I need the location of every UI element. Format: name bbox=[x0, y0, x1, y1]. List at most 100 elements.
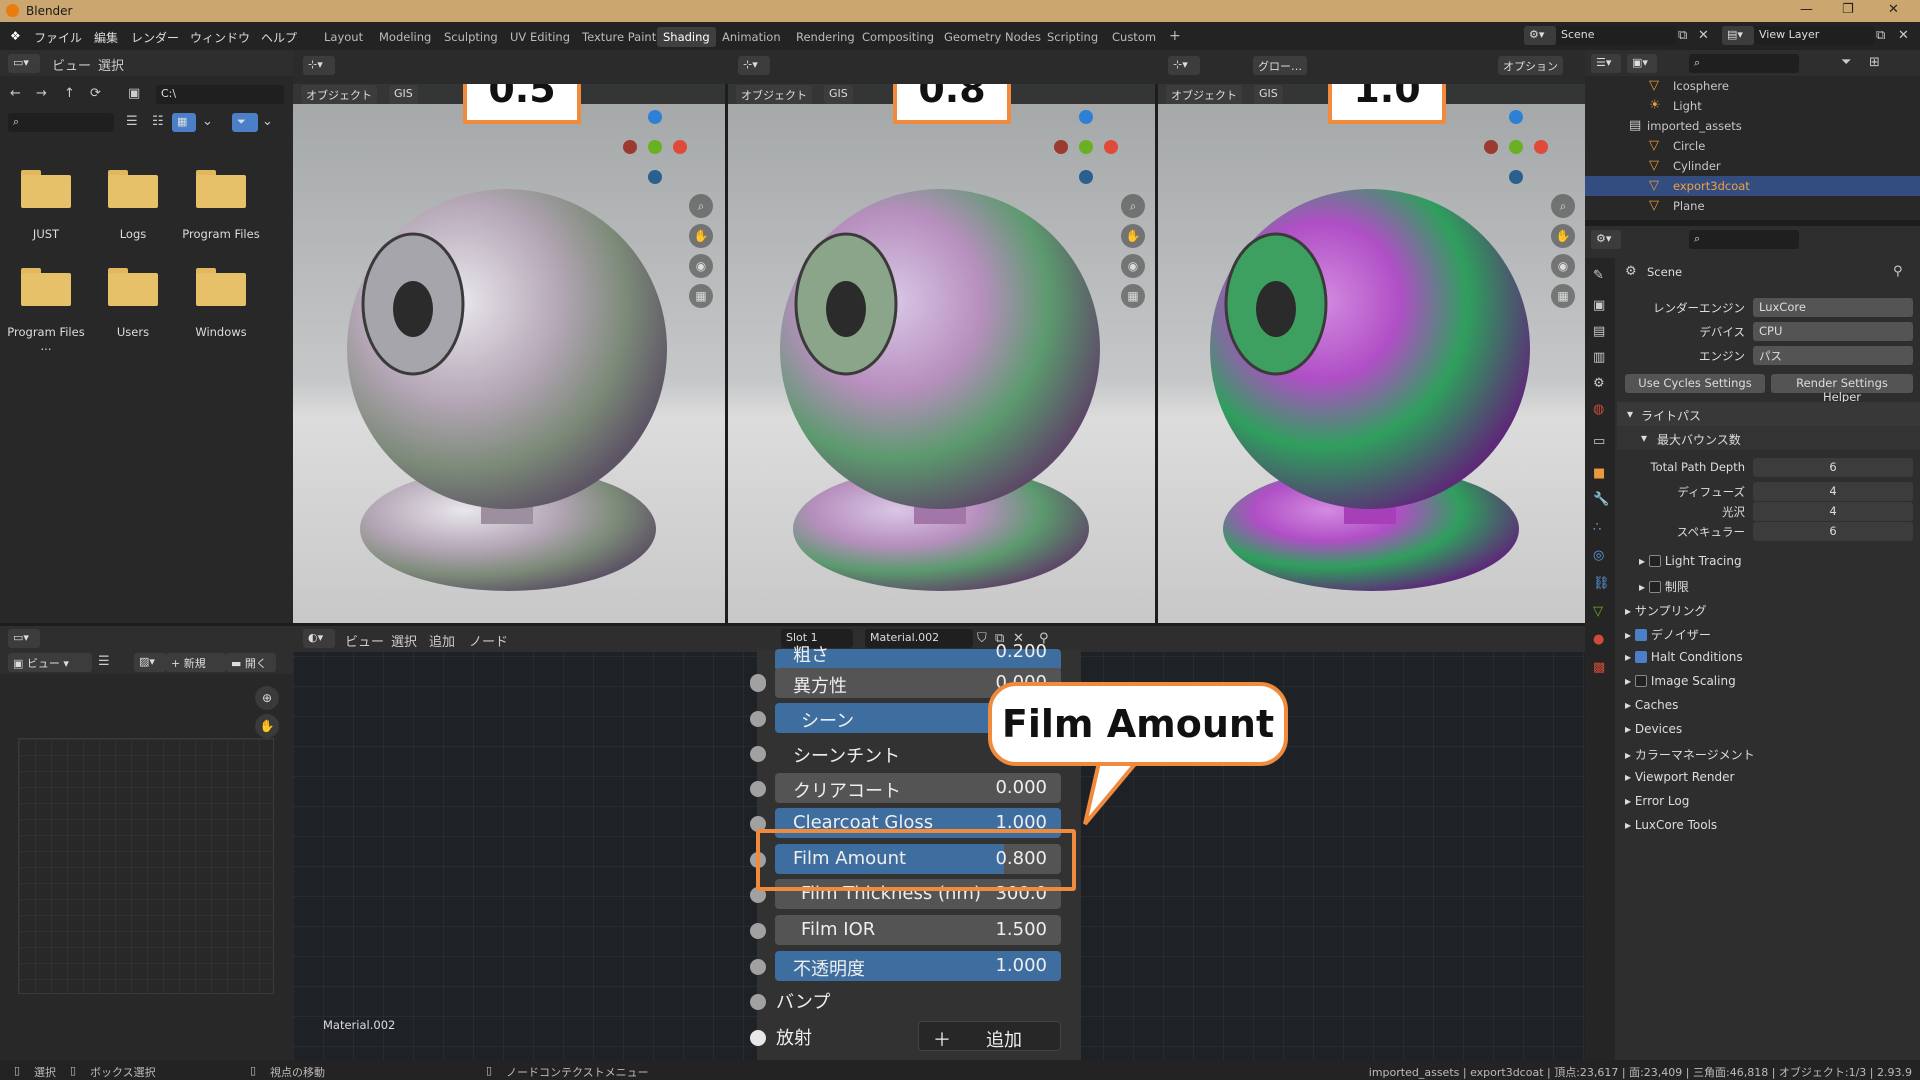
zoom-icon[interactable]: ⌕ bbox=[1121, 194, 1145, 218]
new-view-layer-icon[interactable]: ⧉ bbox=[1876, 28, 1885, 43]
checkbox[interactable] bbox=[1648, 581, 1661, 593]
modifier-tab-icon[interactable]: 🔧 bbox=[1593, 492, 1609, 507]
specular-field[interactable]: 6 bbox=[1753, 522, 1913, 541]
input-socket[interactable] bbox=[750, 746, 766, 762]
new-image-button[interactable]: + 新規 bbox=[166, 653, 226, 672]
parent-folder-icon[interactable]: ↑ bbox=[64, 86, 75, 101]
new-scene-icon[interactable]: ⧉ bbox=[1678, 28, 1687, 43]
section-image-scaling[interactable]: ▸ Image Scaling bbox=[1625, 674, 1736, 688]
section-sampling[interactable]: ▸ サンプリング bbox=[1625, 602, 1706, 619]
outliner-row[interactable]: ▽ Plane bbox=[1585, 196, 1920, 216]
transform-orientation-menu[interactable]: グロー… bbox=[1253, 56, 1307, 75]
gis-menu[interactable]: GIS bbox=[1254, 85, 1283, 104]
new-collection-icon[interactable]: ⊞ bbox=[1869, 55, 1880, 70]
section-color-management[interactable]: ▸ カラーマネージメント bbox=[1625, 746, 1755, 763]
pin-icon[interactable]: ⚲ bbox=[1893, 264, 1903, 279]
tool-tab-icon[interactable]: ✎ bbox=[1593, 268, 1604, 283]
input-socket[interactable] bbox=[750, 711, 766, 727]
light-path-section[interactable]: ▾ ライトパス bbox=[1617, 402, 1920, 426]
thumbnail-view-icon[interactable]: ▦ bbox=[172, 113, 196, 132]
input-socket[interactable] bbox=[750, 676, 766, 692]
new-folder-icon[interactable]: ▣ bbox=[128, 86, 140, 101]
editor-type-icon[interactable]: ☰▾ bbox=[1591, 54, 1621, 73]
neg-x-axis-icon[interactable] bbox=[1054, 140, 1068, 154]
glossy-field[interactable]: 4 bbox=[1753, 502, 1913, 521]
y-axis-icon[interactable] bbox=[1509, 140, 1523, 154]
menu-window[interactable]: ウィンドウ bbox=[190, 29, 250, 46]
folder-icon[interactable] bbox=[108, 170, 158, 208]
input-socket[interactable] bbox=[750, 959, 766, 975]
data-tab-icon[interactable]: ▽ bbox=[1593, 604, 1603, 619]
physics-tab-icon[interactable]: ◎ bbox=[1593, 548, 1604, 563]
mode-selector[interactable]: オブジェクト bbox=[1166, 85, 1242, 104]
input-socket[interactable] bbox=[750, 1030, 766, 1046]
tab-animation[interactable]: Animation bbox=[716, 27, 787, 47]
collection-tab-icon[interactable]: ▭ bbox=[1593, 434, 1605, 449]
maximize-button[interactable]: ❐ bbox=[1842, 2, 1854, 17]
diffuse-field[interactable]: 4 bbox=[1753, 482, 1913, 501]
camera-icon[interactable]: ◉ bbox=[1551, 254, 1575, 278]
gis-menu[interactable]: GIS bbox=[824, 85, 853, 104]
image-canvas[interactable] bbox=[18, 738, 274, 994]
section-luxcore-tools[interactable]: ▸ LuxCore Tools bbox=[1625, 818, 1717, 832]
display-mode-icon[interactable]: ▣▾ bbox=[1627, 54, 1657, 73]
node-input-film-ior[interactable]: Film IOR 1.500 bbox=[775, 915, 1061, 945]
zoom-icon[interactable]: ⌕ bbox=[689, 194, 713, 218]
outliner-row[interactable]: ☀ Light bbox=[1585, 96, 1920, 116]
camera-icon[interactable]: ◉ bbox=[1121, 254, 1145, 278]
use-cycles-settings-button[interactable]: Use Cycles Settings bbox=[1625, 374, 1765, 393]
x-axis-icon[interactable] bbox=[673, 140, 687, 154]
tab-shading[interactable]: Shading bbox=[657, 27, 716, 47]
view-layer-tab-icon[interactable]: ▥ bbox=[1593, 350, 1605, 365]
section-devices[interactable]: ▸ Devices bbox=[1625, 722, 1682, 736]
open-image-button[interactable]: ▬ 開く bbox=[226, 653, 276, 672]
outliner-row[interactable]: ▽ export3dcoat bbox=[1585, 176, 1920, 196]
material-selector[interactable]: Material.002 bbox=[865, 629, 973, 648]
users-folder-icon[interactable] bbox=[108, 268, 158, 306]
outliner-row[interactable]: ▽ Icosphere bbox=[1585, 76, 1920, 96]
fake-user-icon[interactable]: ⛉ bbox=[977, 631, 987, 646]
viewport-3[interactable]: オブジェクト GIS 1.0 ⌕ ✋ ◉ ▦ bbox=[1158, 84, 1585, 623]
outliner-search-input[interactable]: ⌕ bbox=[1689, 54, 1799, 73]
menu-file[interactable]: ファイル bbox=[34, 29, 82, 46]
menu-render[interactable]: レンダー bbox=[131, 29, 179, 46]
folder-label[interactable]: Logs bbox=[88, 227, 178, 241]
checkbox[interactable] bbox=[1634, 675, 1647, 687]
pan-hand-icon[interactable]: ✋ bbox=[1551, 224, 1575, 248]
neg-z-axis-icon[interactable] bbox=[1509, 170, 1523, 184]
world-tab-icon[interactable]: ◍ bbox=[1593, 402, 1604, 417]
filter-chevron-icon[interactable]: ⌄ bbox=[262, 114, 273, 129]
file-search-input[interactable]: ⌕ bbox=[8, 113, 114, 132]
checkbox[interactable] bbox=[1634, 651, 1647, 663]
outliner-row[interactable]: ▽ Circle bbox=[1585, 136, 1920, 156]
y-axis-icon[interactable] bbox=[648, 140, 662, 154]
editor-type-icon[interactable]: ⊹▾ bbox=[738, 56, 770, 75]
folder-label[interactable]: Windows bbox=[176, 325, 266, 339]
menu-edit[interactable]: 編集 bbox=[94, 29, 118, 46]
sort-chevron-icon[interactable]: ⌄ bbox=[202, 114, 213, 129]
section-error-log[interactable]: ▸ Error Log bbox=[1625, 794, 1689, 808]
x-axis-icon[interactable] bbox=[1534, 140, 1548, 154]
folder-icon[interactable] bbox=[196, 170, 246, 208]
particles-tab-icon[interactable]: ∴ bbox=[1593, 520, 1601, 535]
constraints-tab-icon[interactable]: ⛓ bbox=[1593, 576, 1610, 591]
checkbox[interactable] bbox=[1634, 629, 1647, 641]
material-tab-icon[interactable]: ● bbox=[1593, 632, 1604, 647]
zoom-icon[interactable]: ⊕ bbox=[255, 686, 279, 710]
minimize-button[interactable]: — bbox=[1800, 2, 1813, 17]
neg-x-axis-icon[interactable] bbox=[1484, 140, 1498, 154]
light-tracing-toggle[interactable]: ▸ Light Tracing bbox=[1639, 554, 1742, 568]
back-icon[interactable]: ← bbox=[10, 86, 21, 101]
tab-modeling[interactable]: Modeling bbox=[373, 27, 437, 47]
node-input-opacity[interactable]: 不透明度 1.000 bbox=[775, 951, 1061, 981]
ne-menu-node[interactable]: ノード bbox=[469, 631, 508, 650]
input-socket[interactable] bbox=[750, 781, 766, 797]
navigation-gizmo[interactable] bbox=[623, 110, 687, 190]
ie-view-menu[interactable]: ▣ ビュー ▾ bbox=[8, 653, 92, 672]
neg-z-axis-icon[interactable] bbox=[648, 170, 662, 184]
render-engine-dropdown[interactable]: LuxCore bbox=[1753, 298, 1913, 317]
viewport-1[interactable]: オブジェクト GIS 0.5 ⌕ ✋ ◉ ▦ bbox=[293, 84, 725, 623]
z-axis-icon[interactable] bbox=[1079, 110, 1093, 124]
tab-texture-paint[interactable]: Texture Paint bbox=[576, 27, 662, 47]
texture-tab-icon[interactable]: ▩ bbox=[1593, 660, 1605, 675]
